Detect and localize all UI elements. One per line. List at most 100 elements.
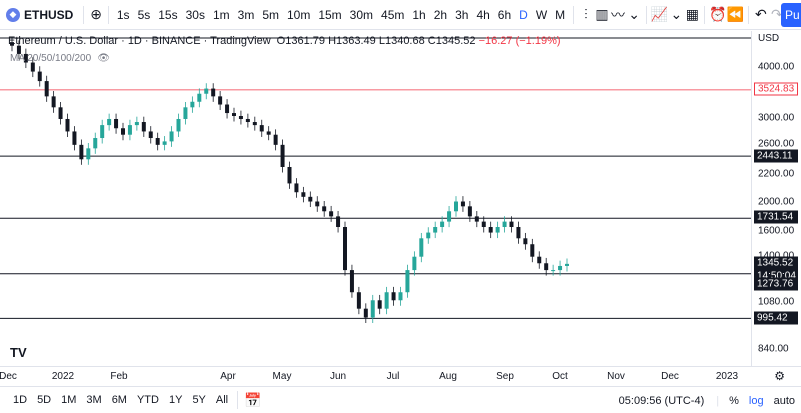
candles-icon[interactable]: ▥ bbox=[594, 3, 610, 27]
interval-3m[interactable]: 3m bbox=[234, 3, 259, 27]
candle-body bbox=[370, 300, 375, 318]
indicator-legend[interactable]: MA 20/50/100/200 👁 bbox=[10, 53, 110, 64]
price-tick: 2000.00 bbox=[758, 196, 795, 208]
interval-3h[interactable]: 3h bbox=[451, 3, 472, 27]
add-symbol-icon[interactable]: ⊕ bbox=[88, 3, 104, 27]
price-tick: 3000.00 bbox=[758, 112, 795, 124]
candle-body bbox=[273, 134, 278, 145]
range-3m[interactable]: 3M bbox=[81, 394, 106, 406]
interval-1m[interactable]: 1m bbox=[209, 3, 234, 27]
candle-body bbox=[523, 238, 528, 245]
candle-body bbox=[37, 71, 42, 82]
candle-body bbox=[79, 144, 84, 160]
alert-icon[interactable]: ⏰ bbox=[709, 3, 726, 27]
gear-icon[interactable]: ⚙ bbox=[774, 369, 785, 383]
current-price-tag: 1345.52 bbox=[754, 256, 798, 270]
candle-body bbox=[134, 122, 139, 126]
interval-4h[interactable]: 4h bbox=[472, 3, 493, 27]
eye-icon[interactable]: 👁 bbox=[97, 53, 110, 64]
time-tick: Sep bbox=[496, 371, 514, 382]
tradingview-logo[interactable]: TV bbox=[10, 345, 27, 360]
time-tick: Aug bbox=[439, 371, 457, 382]
range-ytd[interactable]: YTD bbox=[132, 394, 164, 406]
interval-10m[interactable]: 10m bbox=[283, 3, 314, 27]
range-1m[interactable]: 1M bbox=[56, 394, 81, 406]
candle-body bbox=[454, 201, 458, 212]
candle-body bbox=[412, 256, 417, 271]
range-6m[interactable]: 6M bbox=[107, 394, 132, 406]
interval-30m[interactable]: 30m bbox=[346, 3, 377, 27]
candle-body bbox=[100, 125, 105, 139]
interval-w[interactable]: W bbox=[532, 3, 551, 27]
interval-30s[interactable]: 30s bbox=[182, 3, 209, 27]
interval-2h[interactable]: 2h bbox=[430, 3, 451, 27]
interval-m[interactable]: M bbox=[551, 3, 569, 27]
range-1y[interactable]: 1Y bbox=[164, 394, 187, 406]
candle-body bbox=[204, 88, 209, 94]
candle-body bbox=[447, 211, 452, 222]
layout-icon[interactable]: ▦ bbox=[684, 3, 700, 27]
candle-body bbox=[65, 118, 70, 132]
candle-body bbox=[474, 216, 479, 222]
interval-1s[interactable]: 1s bbox=[113, 3, 134, 27]
interval-d[interactable]: D bbox=[515, 3, 532, 27]
change-value: −16.27 (−1.19%) bbox=[478, 35, 561, 47]
candle-body bbox=[93, 138, 98, 149]
candle-body bbox=[86, 148, 91, 160]
time-tick: Apr bbox=[220, 371, 236, 382]
candle-body bbox=[565, 263, 569, 266]
interval-5m[interactable]: 5m bbox=[258, 3, 283, 27]
candle-body bbox=[127, 125, 132, 135]
indicators-icon[interactable]: 📈 bbox=[651, 3, 668, 27]
time-tick: Feb bbox=[110, 371, 128, 382]
price-chart[interactable] bbox=[0, 31, 752, 366]
chevron-down-icon[interactable]: ⌄ bbox=[626, 3, 642, 27]
interval-45m[interactable]: 45m bbox=[377, 3, 408, 27]
candle-body bbox=[467, 206, 472, 217]
interval-15m[interactable]: 15m bbox=[314, 3, 345, 27]
range-all[interactable]: All bbox=[211, 394, 233, 406]
time-scale[interactable]: Dec 2022 Feb Apr May Jun Jul Aug Sep Oct… bbox=[0, 366, 801, 386]
candle-body bbox=[107, 118, 112, 126]
divider bbox=[646, 5, 647, 24]
candle-body bbox=[426, 232, 431, 239]
auto-toggle[interactable]: auto bbox=[774, 395, 795, 407]
open-value: O1361.79 bbox=[276, 35, 325, 47]
price-tick: 1600.00 bbox=[758, 225, 795, 237]
symbol-name[interactable]: ETHUSD bbox=[24, 8, 73, 22]
candle-body bbox=[176, 118, 181, 132]
interval-1h[interactable]: 1h bbox=[408, 3, 429, 27]
range-1d[interactable]: 1D bbox=[8, 394, 32, 406]
goto-date-icon[interactable]: 📅 bbox=[242, 388, 264, 412]
currency-label[interactable]: USD bbox=[758, 33, 779, 44]
time-tick: Nov bbox=[607, 371, 625, 382]
range-5d[interactable]: 5D bbox=[32, 394, 56, 406]
candle-body bbox=[440, 221, 445, 228]
symbol-search[interactable]: ◆ ETHUSD bbox=[0, 0, 79, 29]
interval-5s[interactable]: 5s bbox=[134, 3, 155, 27]
range-5y[interactable]: 5Y bbox=[187, 394, 210, 406]
divider bbox=[108, 5, 109, 24]
candle-body bbox=[363, 308, 368, 318]
undo-icon[interactable]: ↶ bbox=[753, 3, 769, 27]
chevron-down-icon[interactable]: ⌄ bbox=[668, 3, 684, 27]
divider bbox=[83, 5, 85, 24]
percent-toggle[interactable]: % bbox=[729, 395, 739, 407]
replay-icon[interactable]: ⏪ bbox=[727, 3, 744, 27]
bar-style-icon[interactable]: ⫶ bbox=[578, 3, 594, 27]
ma-label: MA 20/50/100/200 bbox=[10, 53, 92, 64]
candle-body bbox=[558, 265, 563, 271]
price-tick: 4000.00 bbox=[758, 61, 795, 73]
candle-body bbox=[238, 115, 243, 119]
clock[interactable]: 05:09:56 (UTC-4) bbox=[619, 395, 705, 407]
interval-15s[interactable]: 15s bbox=[154, 3, 181, 27]
interval-6h[interactable]: 6h bbox=[494, 3, 515, 27]
publish-button[interactable]: Pu bbox=[781, 3, 801, 27]
price-scale[interactable]: USD 4000.00 3000.00 2600.00 2200.00 2000… bbox=[752, 31, 801, 366]
candle-body bbox=[183, 107, 188, 119]
log-toggle[interactable]: log bbox=[749, 395, 764, 407]
chart-pane[interactable]: Ethereum / U.S. Dollar · 1D · BINANCE · … bbox=[0, 31, 752, 366]
time-tick: Dec bbox=[0, 371, 17, 382]
candle-body bbox=[280, 144, 285, 167]
line-style-icon[interactable]: 〰 bbox=[610, 3, 626, 27]
